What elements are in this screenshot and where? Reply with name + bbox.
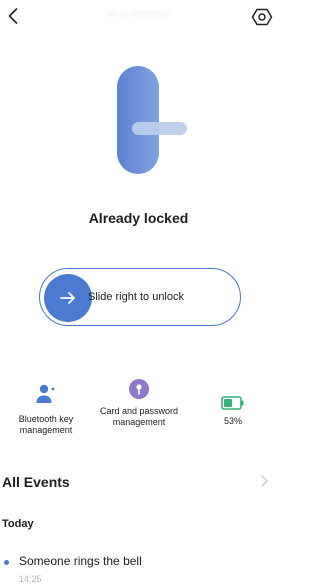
event-item[interactable]: Someone rings the bell 14:25	[4, 554, 264, 584]
lock-status: Already locked	[88, 210, 189, 226]
person-key-icon	[36, 384, 55, 403]
door-lock-illustration	[117, 66, 187, 174]
bluetooth-key-management[interactable]: Bluetooth key management	[0, 382, 92, 436]
battery-icon	[221, 396, 244, 410]
event-time: 14:25	[19, 574, 42, 584]
battery-percent: 53%	[223, 416, 242, 426]
all-events-title[interactable]: All Events	[2, 474, 70, 490]
chevron-right-icon[interactable]	[259, 474, 269, 488]
key-badge-icon	[129, 379, 149, 399]
slider-label: Slide right to unlock	[88, 291, 184, 303]
card-password-management[interactable]: Card and password management	[93, 378, 185, 428]
arrow-right-icon	[60, 292, 75, 304]
event-text: Someone rings the bell	[19, 554, 142, 568]
lock-control-screen: ·· ·· ········· Already locked Slide rig…	[0, 0, 277, 585]
events-group-today: Today	[2, 518, 34, 530]
header: ·· ·· ·········	[0, 0, 277, 34]
slider-knob[interactable]	[44, 274, 92, 322]
device-title: ·· ·· ·········	[107, 8, 170, 20]
slide-to-unlock[interactable]: Slide right to unlock	[39, 268, 241, 326]
bluetooth-key-label: Bluetooth key management	[18, 414, 74, 435]
battery-status: 53%	[187, 396, 279, 427]
card-password-label: Card and password management	[99, 406, 179, 427]
event-dot	[4, 560, 9, 565]
settings-icon[interactable]	[251, 6, 273, 28]
